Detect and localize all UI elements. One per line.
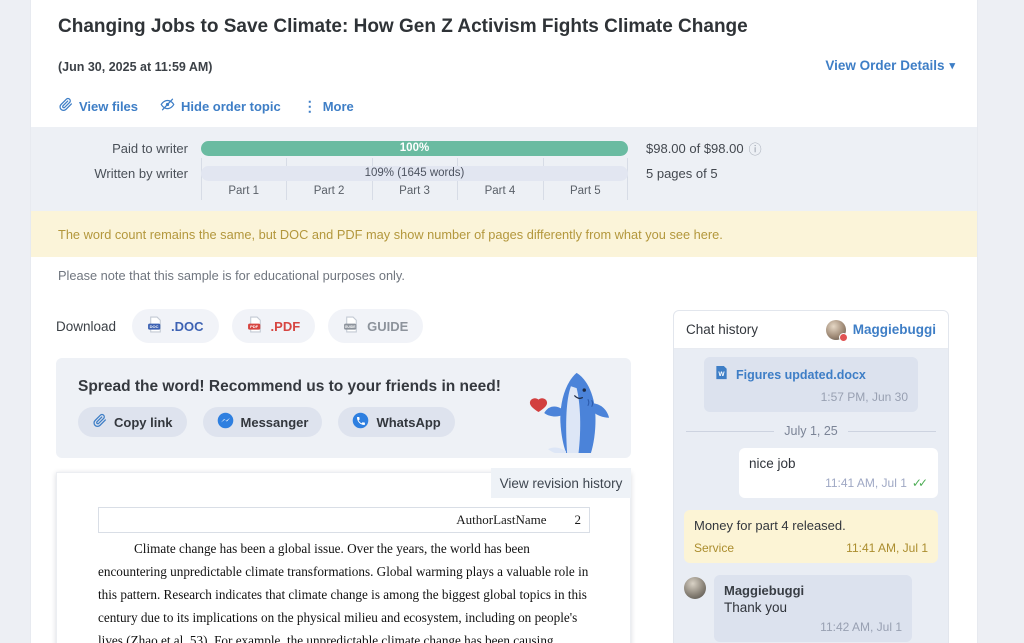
chat-message-time: 11:42 AM, Jul 1 bbox=[724, 620, 902, 634]
share-title: Spread the word! Recommend us to your fr… bbox=[78, 378, 501, 396]
download-pdf-button[interactable]: PDF .PDF bbox=[232, 309, 316, 343]
avatar bbox=[826, 320, 846, 340]
paid-amount: $98.00 of $98.00 ⓘ bbox=[646, 141, 762, 156]
chat-header: Chat history Maggiebuggi bbox=[674, 311, 948, 349]
whatsapp-button[interactable]: WhatsApp bbox=[338, 407, 454, 437]
chat-message-text: nice job bbox=[749, 456, 928, 471]
paid-to-writer-label: Paid to writer bbox=[31, 141, 188, 156]
chat-message-author: Maggiebuggi bbox=[724, 583, 902, 598]
whatsapp-label: WhatsApp bbox=[376, 415, 440, 430]
chat-message-service: Money for part 4 released. Service 11:41… bbox=[684, 510, 938, 563]
download-pdf-label: .PDF bbox=[271, 319, 301, 334]
document-author: AuthorLastName bbox=[456, 512, 546, 528]
download-guide-button[interactable]: GUIDE GUIDE bbox=[328, 309, 423, 343]
chat-message-file: W Figures updated.docx 1:57 PM, Jun 30 bbox=[704, 357, 918, 412]
order-actions: View files Hide order topic ⋮ More bbox=[58, 97, 354, 115]
document-page-number: 2 bbox=[575, 512, 582, 528]
educational-note: Please note that this sample is for educ… bbox=[58, 268, 405, 283]
progress-bars: 100% 109% (1645 words) Part 1 Part 2 Par… bbox=[201, 127, 628, 211]
svg-text:PDF: PDF bbox=[250, 324, 259, 329]
svg-text:GUIDE: GUIDE bbox=[345, 325, 356, 329]
written-progress-value: 109% (1645 words) bbox=[365, 167, 465, 179]
more-link[interactable]: ⋮ More bbox=[303, 98, 354, 115]
view-files-label: View files bbox=[79, 99, 138, 114]
service-tag: Service bbox=[694, 541, 734, 555]
part-label: Part 1 bbox=[201, 185, 286, 197]
pdf-file-icon: PDF bbox=[247, 316, 264, 336]
link-icon bbox=[92, 413, 107, 431]
chat-username-link[interactable]: Maggiebuggi bbox=[853, 322, 936, 337]
status-dot bbox=[839, 333, 848, 342]
hide-order-topic-link[interactable]: Hide order topic bbox=[160, 97, 281, 115]
written-progress-bar: 109% (1645 words) bbox=[201, 166, 628, 181]
chat-message-sent: nice job 11:41 AM, Jul 1 ✓✓ bbox=[739, 448, 938, 498]
messenger-label: Messanger bbox=[241, 415, 309, 430]
chat-message-time: 11:41 AM, Jul 1 bbox=[825, 476, 907, 490]
document-running-head: AuthorLastName 2 bbox=[98, 507, 590, 533]
doc-file-icon: DOC bbox=[147, 316, 164, 336]
view-order-details-link[interactable]: View Order Details ▾ bbox=[825, 58, 955, 73]
chat-file-link[interactable]: Figures updated.docx bbox=[736, 368, 866, 382]
paid-progress-bar: 100% bbox=[201, 141, 628, 156]
order-card: Changing Jobs to Save Climate: How Gen Z… bbox=[30, 0, 978, 643]
double-check-icon: ✓✓ bbox=[912, 476, 928, 490]
messenger-button[interactable]: Messanger bbox=[203, 407, 323, 437]
pages-count: 5 pages of 5 bbox=[646, 166, 718, 181]
guide-file-icon: GUIDE bbox=[343, 316, 360, 336]
chat-date-label: July 1, 25 bbox=[784, 424, 838, 438]
part-label: Part 5 bbox=[543, 185, 628, 197]
more-icon: ⋮ bbox=[303, 98, 317, 115]
share-buttons: Copy link Messanger WhatsApp bbox=[78, 407, 455, 437]
copy-link-label: Copy link bbox=[114, 415, 173, 430]
page-title: Changing Jobs to Save Climate: How Gen Z… bbox=[58, 16, 748, 38]
chat-message-received: Maggiebuggi Thank you 11:42 AM, Jul 1 bbox=[684, 575, 912, 642]
order-date: (Jun 30, 2025 at 11:59 AM) bbox=[58, 60, 212, 74]
word-count-notice-text: The word count remains the same, but DOC… bbox=[58, 227, 723, 242]
chat-message-text: Thank you bbox=[724, 600, 902, 615]
chat-message-time: 1:57 PM, Jun 30 bbox=[714, 390, 908, 404]
pages-count-text: 5 pages of 5 bbox=[646, 166, 718, 181]
copy-link-button[interactable]: Copy link bbox=[78, 407, 187, 437]
document-preview-area: AuthorLastName 2 Climate change has been… bbox=[56, 468, 631, 643]
download-label: Download bbox=[56, 319, 116, 334]
eye-slash-icon bbox=[160, 97, 175, 115]
view-revision-history-button[interactable]: View revision history bbox=[491, 468, 631, 498]
chat-body: W Figures updated.docx 1:57 PM, Jun 30 J… bbox=[674, 349, 948, 643]
progress-section: Paid to writer Written by writer 100% 10… bbox=[31, 127, 977, 211]
download-guide-label: GUIDE bbox=[367, 319, 408, 334]
hide-order-topic-label: Hide order topic bbox=[181, 99, 281, 114]
messenger-icon bbox=[217, 412, 234, 432]
word-file-icon: W bbox=[714, 365, 729, 385]
document-body-text: Climate change has been a global issue. … bbox=[98, 537, 591, 643]
chat-date-divider: July 1, 25 bbox=[686, 424, 936, 438]
download-doc-label: .DOC bbox=[171, 319, 204, 334]
word-count-notice: The word count remains the same, but DOC… bbox=[31, 211, 977, 257]
chat-panel: Chat history Maggiebuggi W Figures updat… bbox=[673, 310, 949, 643]
view-order-details-label: View Order Details bbox=[825, 58, 944, 73]
view-files-link[interactable]: View files bbox=[58, 97, 138, 115]
caret-down-icon: ▾ bbox=[949, 59, 955, 72]
part-label: Part 3 bbox=[372, 185, 457, 197]
paperclip-icon bbox=[58, 97, 73, 115]
part-label: Part 2 bbox=[286, 185, 371, 197]
svg-text:DOC: DOC bbox=[150, 324, 159, 329]
chat-message-time: 11:41 AM, Jul 1 bbox=[846, 541, 928, 555]
download-row: Download DOC .DOC PDF .PDF GUIDE GUIDE bbox=[56, 309, 423, 343]
svg-text:W: W bbox=[718, 371, 725, 378]
share-card: Spread the word! Recommend us to your fr… bbox=[56, 358, 631, 458]
more-label: More bbox=[323, 99, 354, 114]
chat-title: Chat history bbox=[686, 322, 758, 337]
info-icon[interactable]: ⓘ bbox=[749, 139, 762, 158]
chat-user: Maggiebuggi bbox=[826, 320, 936, 340]
paid-progress-value: 100% bbox=[400, 142, 429, 154]
written-by-writer-label: Written by writer bbox=[31, 166, 188, 181]
chat-message-text: Money for part 4 released. bbox=[694, 518, 928, 533]
part-label: Part 4 bbox=[457, 185, 542, 197]
download-doc-button[interactable]: DOC .DOC bbox=[132, 309, 219, 343]
paid-amount-text: $98.00 of $98.00 bbox=[646, 141, 744, 156]
parts-row: Part 1 Part 2 Part 3 Part 4 Part 5 bbox=[201, 185, 628, 197]
shark-mascot-illustration bbox=[523, 371, 615, 458]
whatsapp-icon bbox=[352, 412, 369, 432]
avatar bbox=[684, 577, 706, 599]
